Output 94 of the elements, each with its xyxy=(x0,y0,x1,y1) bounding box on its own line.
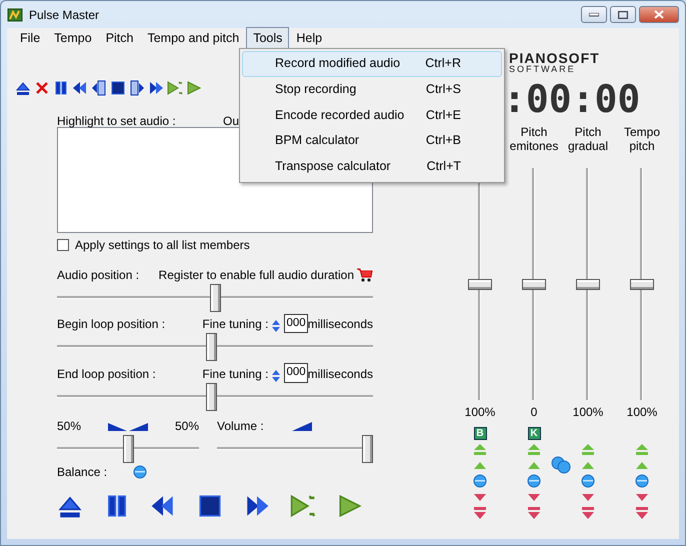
checkbox-label: Apply settings to all list members xyxy=(75,237,250,254)
unit-label: milliseconds xyxy=(308,316,373,334)
slider-thumb[interactable] xyxy=(630,279,654,290)
play-arrows-icon[interactable] xyxy=(167,80,183,96)
menu-item[interactable]: Tempo xyxy=(47,26,99,50)
fine-tuning-label: Fine tuning : xyxy=(202,366,268,382)
pause-icon[interactable] xyxy=(53,80,69,96)
vertical-slider-track[interactable] xyxy=(522,168,546,400)
slider-reading: 100% xyxy=(572,404,604,421)
unit-label: milliseconds xyxy=(308,366,373,382)
ball-icon[interactable] xyxy=(133,464,148,478)
slider-track[interactable] xyxy=(57,434,199,462)
menu-item[interactable]: Stop recording Ctrl+S xyxy=(242,76,502,102)
maximize-button[interactable] xyxy=(610,6,636,23)
slider-track[interactable] xyxy=(57,382,373,410)
play-icon[interactable] xyxy=(336,492,363,518)
menu-item[interactable]: Tempo and pitch xyxy=(140,26,246,50)
rewind-icon[interactable] xyxy=(72,80,88,96)
checkbox[interactable] xyxy=(57,239,69,251)
slider-thumb[interactable] xyxy=(576,279,600,290)
slider-thumb[interactable] xyxy=(206,333,218,362)
ball-icon[interactable] xyxy=(581,474,595,488)
column-header: Pitch emitones xyxy=(508,126,560,155)
app-icon xyxy=(7,6,23,22)
slider-reading: 100% xyxy=(464,404,496,421)
minimize-icon xyxy=(589,12,599,16)
slider-reading: 100% xyxy=(626,404,658,421)
next-icon[interactable] xyxy=(129,80,145,96)
vertical-slider-track[interactable] xyxy=(576,168,600,400)
close-icon xyxy=(654,10,664,19)
menu-item[interactable]: BPM calculator Ctrl+B xyxy=(242,128,502,154)
list-label: Highlight to set audio : xyxy=(57,113,176,127)
letter-badge: K xyxy=(528,427,540,440)
cart-icon xyxy=(357,268,373,282)
close-button[interactable] xyxy=(639,6,679,23)
column-header: Ou xyxy=(222,113,239,127)
balance-label: Balance : xyxy=(57,464,108,480)
down-bar-arrow-icon[interactable] xyxy=(473,506,487,520)
spin-arrows-icon[interactable] xyxy=(271,319,282,334)
slider-track[interactable] xyxy=(57,284,373,312)
balance-right-label: 50% xyxy=(174,418,199,434)
slider-thumb[interactable] xyxy=(468,279,492,290)
down-bar-arrow-icon[interactable] xyxy=(527,506,541,520)
cross-icon[interactable] xyxy=(34,80,50,96)
slider-thumb[interactable] xyxy=(122,434,134,462)
volume-icon xyxy=(292,420,312,430)
value-field[interactable]: 000 xyxy=(284,314,308,334)
menu-item[interactable]: Tools xyxy=(246,26,290,50)
slider-track[interactable] xyxy=(217,434,373,462)
previous-icon[interactable] xyxy=(91,80,107,96)
slider-thumb[interactable] xyxy=(522,279,546,290)
slider-reading: 0 xyxy=(530,404,538,421)
spin-arrows-icon[interactable] xyxy=(271,368,282,382)
menu-item[interactable]: File xyxy=(13,26,48,50)
balance-icon xyxy=(108,420,148,430)
menu-item[interactable]: Pitch xyxy=(98,26,140,50)
slider-label: Audio position : xyxy=(57,267,140,284)
value-field[interactable]: 000 xyxy=(284,363,308,382)
down-bar-arrow-icon[interactable] xyxy=(581,506,595,520)
slider-label: Begin loop position : xyxy=(57,316,166,334)
fine-tuning-label: Fine tuning : xyxy=(202,316,268,334)
maximize-icon xyxy=(618,10,628,18)
column-header: Pitch gradual xyxy=(566,126,610,155)
menu-item[interactable]: Record modified audio Ctrl+R xyxy=(242,51,502,77)
volume-label: Volume : xyxy=(217,418,264,434)
menu-item[interactable]: Help xyxy=(289,26,330,50)
column-header: Tempo pitch xyxy=(622,126,662,155)
slider-thumb[interactable] xyxy=(210,284,220,312)
stop-icon[interactable] xyxy=(196,492,223,518)
window-title: Pulse Master xyxy=(29,6,100,24)
logo-tagline: SOFTWARE xyxy=(509,65,576,74)
stop-icon[interactable] xyxy=(110,80,126,96)
ball-icon[interactable] xyxy=(635,474,649,488)
balance-left-label: 50% xyxy=(57,418,82,434)
down-bar-arrow-icon[interactable] xyxy=(635,506,649,520)
fast-forward-icon[interactable] xyxy=(148,80,164,96)
double-ball-icon[interactable] xyxy=(551,456,571,474)
play-arrows-icon[interactable] xyxy=(290,492,316,518)
register-note: Register to enable full audio duration xyxy=(158,267,354,284)
ball-icon[interactable] xyxy=(473,474,487,488)
slider-thumb[interactable] xyxy=(362,434,373,462)
play-icon[interactable] xyxy=(186,80,202,96)
vertical-slider-track[interactable] xyxy=(630,168,654,400)
logo-text: PIANOSOFT xyxy=(509,51,600,65)
letter-badge: B xyxy=(474,427,486,440)
eject-icon[interactable] xyxy=(15,80,31,96)
slider-thumb[interactable] xyxy=(206,382,218,410)
menu-item[interactable]: Encode recorded audio Ctrl+E xyxy=(242,102,502,128)
ball-icon[interactable] xyxy=(527,474,541,488)
minimize-button[interactable] xyxy=(581,6,607,23)
time-display: :00:00 xyxy=(503,80,642,118)
slider-track[interactable] xyxy=(57,333,373,362)
slider-label: End loop position : xyxy=(57,366,156,382)
menu-item[interactable]: Transpose calculator Ctrl+T xyxy=(242,154,502,180)
